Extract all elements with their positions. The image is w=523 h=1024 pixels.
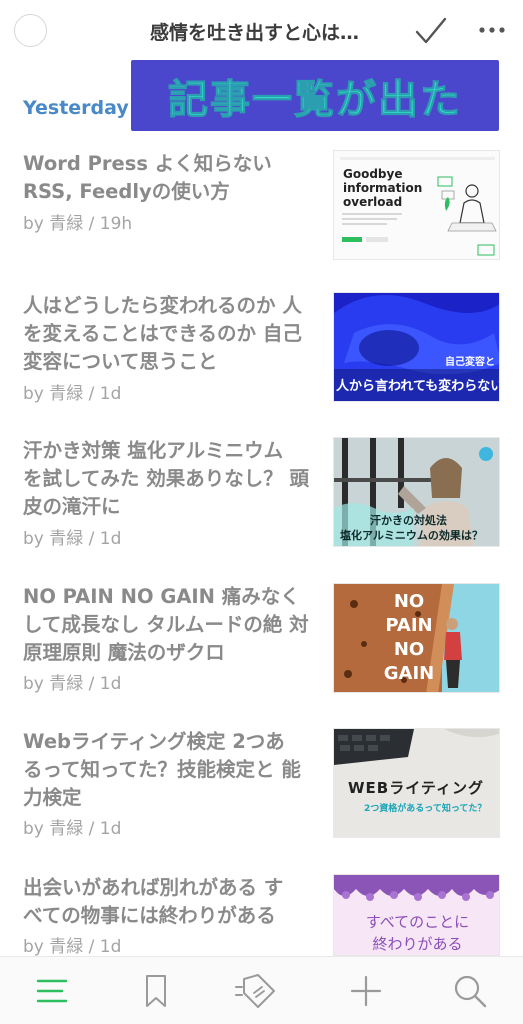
article-thumbnail: NO PAIN NO GAIN (333, 583, 500, 693)
thumbnail-subheading: 2つ資格があるって知ってた？ (364, 804, 487, 814)
article-meta: by 青緑 / 1d (23, 674, 122, 694)
explore-tag-icon[interactable] (232, 971, 280, 1011)
article-title: NO PAIN NO GAIN 痛みなく して成長なし タルムードの絶 対原理原… (23, 585, 309, 664)
thumbnail-heading: WEBライティング (348, 779, 485, 797)
article-meta: by 青緑 / 1d (23, 819, 122, 839)
annotation-text: 記事一覧が出た (168, 76, 462, 123)
thumbnail-line: 終わりがある (372, 935, 463, 953)
select-circle-button[interactable] (14, 14, 47, 47)
add-icon[interactable] (346, 971, 386, 1011)
article-thumbnail: 自己変容と 人から言われても変わらない (333, 292, 500, 402)
page-title: 感情を吐き出すと心は… (150, 22, 360, 44)
article-title: Word Press よく知らない RSS, Feedlyの使い方 (23, 152, 272, 203)
thumbnail-caption-line1: 汗かきの対処法 (370, 514, 447, 527)
article-meta: by 青緑 / 1d (23, 937, 122, 957)
thumbnail-text: すべてのことに 終わりがある (334, 911, 499, 955)
thumbnail-caption: 人から言われても変わらない (336, 379, 500, 394)
article-thumbnail: すべてのことに 終わりがある (333, 874, 500, 956)
thumbnail-line: NO (393, 639, 425, 660)
thumbnail-caption-line2: 塩化アルミニウムの効果は？ (340, 529, 483, 542)
thumbnail-line: すべてのことに (365, 913, 470, 931)
search-icon[interactable] (450, 971, 490, 1011)
article-meta: by 青緑 / 1d (23, 529, 122, 549)
thumbnail-headline: Goodbye information overload (343, 167, 423, 209)
article-thumbnail: 汗かきの対処法 塩化アルミニウムの効果は？ (333, 437, 500, 547)
article-meta: by 青緑 / 1d (23, 384, 122, 404)
article-thumbnail: WEBライティング 2つ資格があるって知ってた？ (333, 728, 500, 838)
article-title: 人はどうしたら変われるのか 人を変えることはできるのか 自己変容について思うこと (23, 294, 302, 373)
article-meta: by 青緑 / 19h (23, 214, 133, 234)
thumbnail-caption-top: 自己変容と (445, 357, 495, 368)
more-dots-icon[interactable] (477, 20, 507, 40)
article-thumbnail: Goodbye information overload (333, 150, 500, 260)
thumbnail-text: NO PAIN NO GAIN (364, 590, 454, 686)
list-icon[interactable] (32, 971, 72, 1011)
section-label-yesterday: Yesterday (23, 97, 129, 119)
thumbnail-line: NO (393, 591, 425, 612)
annotation-banner: 記事一覧が出た (131, 60, 499, 131)
bookmark-icon[interactable] (136, 971, 176, 1011)
bottom-nav-bar (0, 956, 523, 1024)
article-title: Webライティング検定 2つあ るって知ってた？技能検定と 能力検定 (23, 730, 301, 809)
thumbnail-line: GAIN (383, 663, 435, 684)
thumbnail-line: PAIN (385, 615, 433, 636)
top-bar: 感情を吐き出すと心は… (0, 0, 523, 62)
article-title: 汗かき対策 塩化アルミニウム を試してみた 効果ありなし？ 頭皮の滝汗に (23, 439, 309, 518)
article-title: 出会いがあれば別れがある す べての物事には終わりがある (23, 876, 284, 927)
checkmark-icon[interactable] (414, 14, 448, 48)
